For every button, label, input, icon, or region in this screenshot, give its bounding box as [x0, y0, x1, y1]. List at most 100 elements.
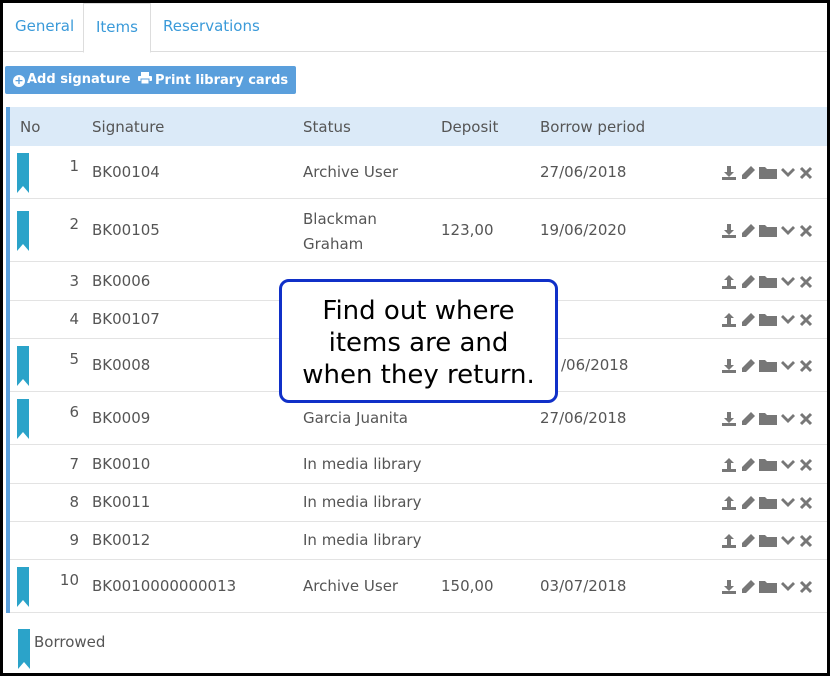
row-signature: BK0009	[92, 409, 151, 427]
row-number: 1	[69, 157, 79, 175]
chevron-down-icon[interactable]	[780, 358, 796, 374]
row-deposit: 123,00	[441, 221, 494, 239]
pencil-icon[interactable]	[740, 274, 756, 290]
add-signature-button[interactable]: + Add signature	[5, 66, 139, 94]
pencil-icon[interactable]	[740, 312, 756, 328]
print-library-cards-label: Print library cards	[155, 73, 289, 88]
pencil-icon[interactable]	[740, 533, 756, 549]
tab-general-label: General	[15, 17, 75, 35]
table-row[interactable]: 7 BK0010 In media library	[10, 445, 827, 484]
close-icon[interactable]	[799, 411, 813, 427]
chevron-down-icon[interactable]	[780, 533, 796, 549]
row-signature: BK00105	[92, 221, 160, 239]
pencil-icon[interactable]	[740, 579, 756, 595]
close-icon[interactable]	[799, 579, 813, 595]
upload-icon[interactable]	[721, 312, 737, 328]
folder-icon[interactable]	[759, 533, 777, 549]
download-icon[interactable]	[721, 165, 737, 181]
close-icon[interactable]	[799, 457, 813, 473]
folder-icon[interactable]	[759, 223, 777, 239]
row-actions	[721, 579, 813, 595]
folder-icon[interactable]	[759, 165, 777, 181]
row-status: Blackman Graham	[303, 207, 377, 257]
callout-tooltip: Find out where items are and when they r…	[279, 279, 558, 403]
plus-circle-icon: +	[13, 74, 25, 87]
header-no: No	[20, 118, 41, 136]
chevron-down-icon[interactable]	[780, 312, 796, 328]
table-row[interactable]: 10 BK0010000000013 Archive User 150,00 03/07…	[10, 560, 827, 613]
close-icon[interactable]	[799, 223, 813, 239]
row-signature: BK00107	[92, 310, 160, 328]
table-row[interactable]: 2 BK00105 Blackman Graham 123,00 19/06/2020	[10, 199, 827, 262]
pencil-icon[interactable]	[740, 495, 756, 511]
chevron-down-icon[interactable]	[780, 223, 796, 239]
row-actions	[721, 312, 813, 328]
row-number: 6	[69, 403, 79, 421]
row-borrow-period: /06/2018	[561, 356, 629, 374]
download-icon[interactable]	[721, 579, 737, 595]
tab-reservations[interactable]: Reservations	[151, 3, 272, 52]
close-icon[interactable]	[799, 312, 813, 328]
print-library-cards-button[interactable]: Print library cards	[130, 66, 297, 94]
folder-icon[interactable]	[759, 274, 777, 290]
chevron-down-icon[interactable]	[780, 165, 796, 181]
chevron-down-icon[interactable]	[780, 274, 796, 290]
upload-icon[interactable]	[721, 457, 737, 473]
chevron-down-icon[interactable]	[780, 495, 796, 511]
row-borrow-period: 03/07/2018	[540, 577, 627, 595]
row-signature: BK0008	[92, 356, 151, 374]
header-borrow-period: Borrow period	[540, 118, 646, 136]
close-icon[interactable]	[799, 274, 813, 290]
row-number: 3	[69, 272, 79, 290]
row-actions	[721, 274, 813, 290]
download-icon[interactable]	[721, 411, 737, 427]
row-status: Archive User	[303, 163, 399, 181]
pencil-icon[interactable]	[740, 223, 756, 239]
bookmark-icon	[16, 211, 29, 251]
row-number: 7	[69, 455, 79, 473]
close-icon[interactable]	[799, 495, 813, 511]
folder-icon[interactable]	[759, 495, 777, 511]
row-signature: BK0010000000013	[92, 577, 237, 595]
table-row[interactable]: 9 BK0012 In media library	[10, 522, 827, 560]
folder-icon[interactable]	[759, 457, 777, 473]
chevron-down-icon[interactable]	[780, 411, 796, 427]
row-borrow-period: 27/06/2018	[540, 409, 627, 427]
legend-borrowed-label: Borrowed	[34, 633, 106, 651]
row-number: 10	[59, 571, 79, 589]
tab-reservations-label: Reservations	[163, 17, 260, 35]
upload-icon[interactable]	[721, 274, 737, 290]
download-icon[interactable]	[721, 358, 737, 374]
tab-items[interactable]: Items	[83, 3, 151, 53]
row-actions	[721, 165, 813, 181]
close-icon[interactable]	[799, 358, 813, 374]
folder-icon[interactable]	[759, 312, 777, 328]
folder-icon[interactable]	[759, 411, 777, 427]
table-row[interactable]: 8 BK0011 In media library	[10, 484, 827, 522]
row-status: In media library	[303, 455, 422, 473]
header-status: Status	[303, 118, 351, 136]
tab-general[interactable]: General	[3, 3, 86, 52]
pencil-icon[interactable]	[740, 457, 756, 473]
chevron-down-icon[interactable]	[780, 579, 796, 595]
row-signature: BK00104	[92, 163, 160, 181]
download-icon[interactable]	[721, 223, 737, 239]
chevron-down-icon[interactable]	[780, 457, 796, 473]
table-header: No Signature Status Deposit Borrow perio…	[10, 107, 827, 146]
upload-icon[interactable]	[721, 533, 737, 549]
pencil-icon[interactable]	[740, 165, 756, 181]
table-row[interactable]: 1 BK00104 Archive User 27/06/2018	[10, 146, 827, 199]
pencil-icon[interactable]	[740, 358, 756, 374]
row-status-line-1: Blackman	[303, 210, 377, 228]
pencil-icon[interactable]	[740, 411, 756, 427]
app-frame: General Items Reservations + Add signatur…	[0, 0, 830, 676]
close-icon[interactable]	[799, 165, 813, 181]
close-icon[interactable]	[799, 533, 813, 549]
header-deposit: Deposit	[441, 118, 499, 136]
row-signature: BK0006	[92, 272, 151, 290]
row-signature: BK0012	[92, 531, 151, 549]
bookmark-icon	[16, 153, 29, 193]
folder-icon[interactable]	[759, 358, 777, 374]
folder-icon[interactable]	[759, 579, 777, 595]
upload-icon[interactable]	[721, 495, 737, 511]
